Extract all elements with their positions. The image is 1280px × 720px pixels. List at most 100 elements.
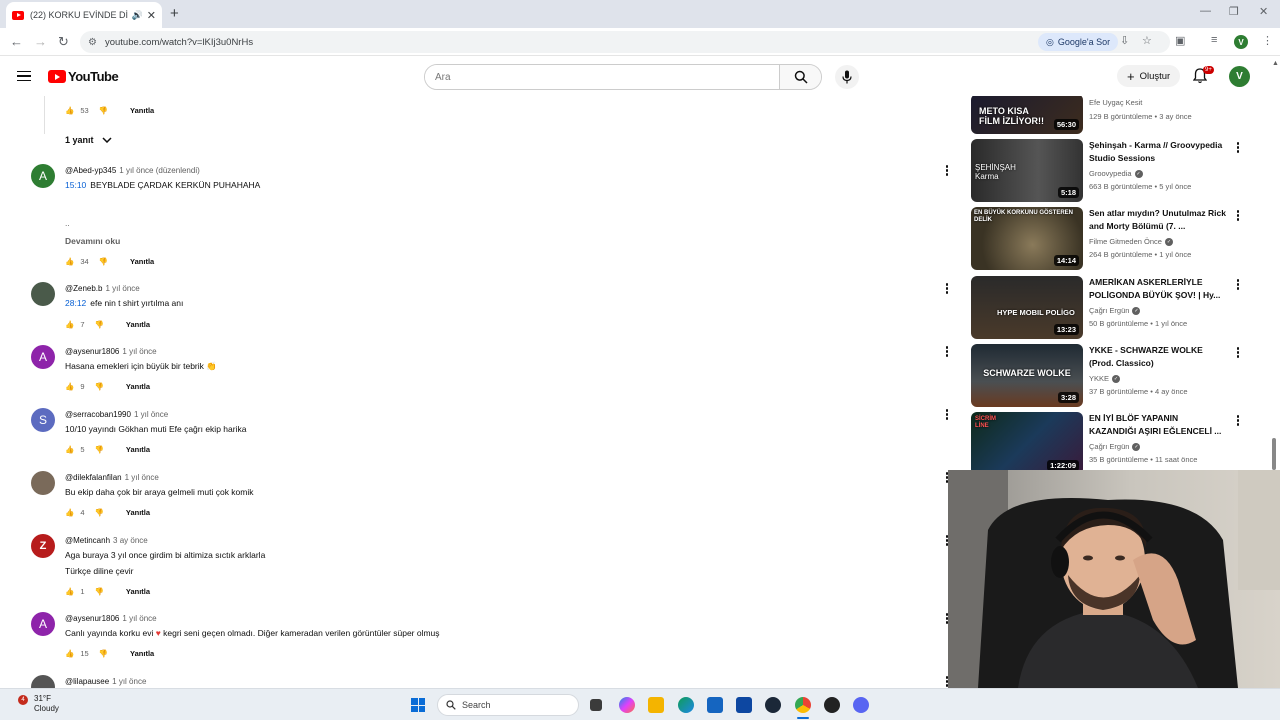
like-icon[interactable]: 👍: [65, 382, 74, 391]
like-icon[interactable]: 👍: [65, 106, 74, 115]
dislike-icon[interactable]: 👎: [95, 320, 104, 329]
reply-button[interactable]: Yanıtla: [130, 106, 154, 115]
video-thumbnail[interactable]: METO KISA FİLM İZLİYOR!! 56:30: [971, 96, 1083, 134]
read-more-link[interactable]: Devamını oku: [65, 236, 120, 246]
page-scrollbar[interactable]: [1272, 438, 1276, 470]
avatar[interactable]: [31, 471, 55, 495]
video-menu-icon[interactable]: [1235, 347, 1241, 358]
search-input[interactable]: [425, 65, 779, 89]
reply-button[interactable]: Yanıtla: [126, 382, 150, 391]
translate-link[interactable]: Türkçe diline çevir: [65, 566, 134, 576]
comment-menu-icon[interactable]: [944, 409, 950, 420]
reply-button[interactable]: Yanıtla: [130, 257, 154, 266]
like-icon[interactable]: 👍: [65, 587, 74, 596]
back-icon[interactable]: ←: [10, 34, 23, 49]
comment-time[interactable]: 1 yıl önce: [122, 347, 156, 356]
reload-icon[interactable]: ↻: [58, 34, 69, 50]
install-icon[interactable]: ⇩: [1120, 34, 1129, 47]
video-channel[interactable]: Çağrı Ergün ✓: [1089, 442, 1141, 452]
video-thumbnail[interactable]: ŞEHİNŞAH Karma 5:18: [971, 139, 1083, 202]
comment-author[interactable]: @Zeneb.b: [65, 284, 102, 293]
voice-search-button[interactable]: [835, 65, 859, 89]
avatar[interactable]: S: [31, 408, 55, 432]
discord-icon[interactable]: [853, 697, 869, 713]
copilot-icon[interactable]: [619, 697, 635, 713]
video-channel[interactable]: Çağrı Ergün ✓: [1089, 306, 1141, 316]
comment-time[interactable]: 3 ay önce: [113, 536, 148, 545]
comment-author[interactable]: @Metincanh: [65, 536, 110, 545]
video-title[interactable]: AMERİKAN ASKERLERİYLE POLİGONDA BÜYÜK ŞO…: [1089, 276, 1227, 302]
comment-author[interactable]: @aysenur1806: [65, 614, 119, 623]
video-channel[interactable]: Groovypedia ✓: [1089, 169, 1143, 179]
browser-menu-icon[interactable]: ⋮: [1262, 34, 1273, 47]
weather-widget[interactable]: 4 31°F Cloudy: [18, 694, 59, 714]
steam-icon[interactable]: [765, 697, 781, 713]
reply-button[interactable]: Yanıtla: [126, 445, 150, 454]
video-thumbnail[interactable]: EN BÜYÜK KORKUNU GÖSTEREN DELİK 14:14: [971, 207, 1083, 270]
reading-list-icon[interactable]: ≡: [1211, 34, 1217, 46]
avatar[interactable]: A: [31, 164, 55, 188]
taskbar-search[interactable]: Search: [437, 694, 579, 716]
sidepanel-icon[interactable]: ▣: [1175, 34, 1185, 47]
chrome-icon[interactable]: [795, 697, 811, 713]
file-explorer-icon[interactable]: [648, 697, 664, 713]
video-title[interactable]: YKKE - SCHWARZE WOLKE (Prod. Classico): [1089, 344, 1227, 370]
new-tab-icon[interactable]: +: [170, 5, 179, 22]
dislike-icon[interactable]: 👎: [99, 257, 108, 266]
avatar[interactable]: [31, 282, 55, 306]
video-menu-icon[interactable]: [1235, 210, 1241, 221]
comment-time[interactable]: 1 yıl önce: [134, 410, 168, 419]
comment-time[interactable]: 1 yıl önce: [125, 473, 159, 482]
comment-time[interactable]: 1 yıl önce (düzenlendi): [119, 166, 200, 175]
like-icon[interactable]: 👍: [65, 445, 74, 454]
create-button[interactable]: + Oluştur: [1117, 65, 1181, 87]
reply-button[interactable]: Yanıtla: [126, 508, 150, 517]
browser-profile-avatar[interactable]: V: [1234, 35, 1248, 49]
browser-tab[interactable]: (22) KORKU EVİNDE DİRİ DÜ... 🔊 ✕: [6, 2, 162, 28]
minimize-icon[interactable]: —: [1200, 5, 1211, 17]
reply-button[interactable]: Yanıtla: [126, 320, 150, 329]
video-thumbnail[interactable]: HYPE MOBIL POLİGO 13:23: [971, 276, 1083, 339]
avatar[interactable]: A: [31, 612, 55, 636]
recommended-video[interactable]: HYPE MOBIL POLİGO 13:23 AMERİKAN ASKERLE…: [971, 276, 1241, 340]
youtube-logo[interactable]: YouTube: [48, 69, 119, 84]
comment-author[interactable]: @dilekfalanfilan: [65, 473, 122, 482]
tab-close-icon[interactable]: ✕: [147, 9, 156, 22]
outlook-icon[interactable]: [736, 697, 752, 713]
speaker-icon[interactable]: 🔊: [132, 10, 143, 21]
avatar[interactable]: A: [31, 345, 55, 369]
dislike-icon[interactable]: 👎: [95, 587, 104, 596]
comment-author[interactable]: @aysenur1806: [65, 347, 119, 356]
video-title[interactable]: EN İYİ BLÖF YAPANIN KAZANDIĞI AŞIRI EĞLE…: [1089, 412, 1227, 438]
reply-button[interactable]: Yanıtla: [126, 587, 150, 596]
comment-author[interactable]: @serracoban1990: [65, 410, 131, 419]
window-close-icon[interactable]: ✕: [1259, 5, 1268, 18]
recommended-video[interactable]: EN BÜYÜK KORKUNU GÖSTEREN DELİK 14:14 Se…: [971, 207, 1241, 271]
video-channel[interactable]: YKKE ✓: [1089, 374, 1121, 384]
avatar[interactable]: Z: [31, 534, 55, 558]
dislike-icon[interactable]: 👎: [99, 649, 108, 658]
video-menu-icon[interactable]: [1235, 415, 1241, 426]
recommended-video[interactable]: SİCRİM LİNE 1:22:09 EN İYİ BLÖF YAPANIN …: [971, 412, 1241, 470]
edge-icon[interactable]: [678, 697, 694, 713]
video-menu-icon[interactable]: [1235, 142, 1241, 153]
dislike-icon[interactable]: 👎: [95, 508, 104, 517]
account-avatar[interactable]: V: [1229, 66, 1250, 87]
video-menu-icon[interactable]: [1235, 279, 1241, 290]
scroll-up-icon[interactable]: ▲: [1272, 60, 1279, 67]
comment-time[interactable]: 1 yıl önce: [105, 284, 139, 293]
dislike-icon[interactable]: 👎: [99, 106, 108, 115]
video-thumbnail[interactable]: SCHWARZE WOLKE 3:28: [971, 344, 1083, 407]
dislike-icon[interactable]: 👎: [95, 382, 104, 391]
forward-icon[interactable]: →: [34, 34, 47, 49]
url-field[interactable]: ⚙ youtube.com/watch?v=lKIj3u0NrHs: [80, 31, 1170, 53]
bookmark-star-icon[interactable]: ☆: [1142, 34, 1152, 47]
comment-author[interactable]: @lilapausee: [65, 677, 109, 686]
search-button[interactable]: [779, 65, 821, 89]
video-title[interactable]: Sen atlar mıydın? Unutulmaz Rick and Mor…: [1089, 207, 1227, 233]
obs-icon[interactable]: [824, 697, 840, 713]
timestamp-link[interactable]: 15:10: [65, 180, 86, 190]
comment-menu-icon[interactable]: [944, 346, 950, 357]
timestamp-link[interactable]: 28:12: [65, 298, 86, 308]
like-icon[interactable]: 👍: [65, 508, 74, 517]
